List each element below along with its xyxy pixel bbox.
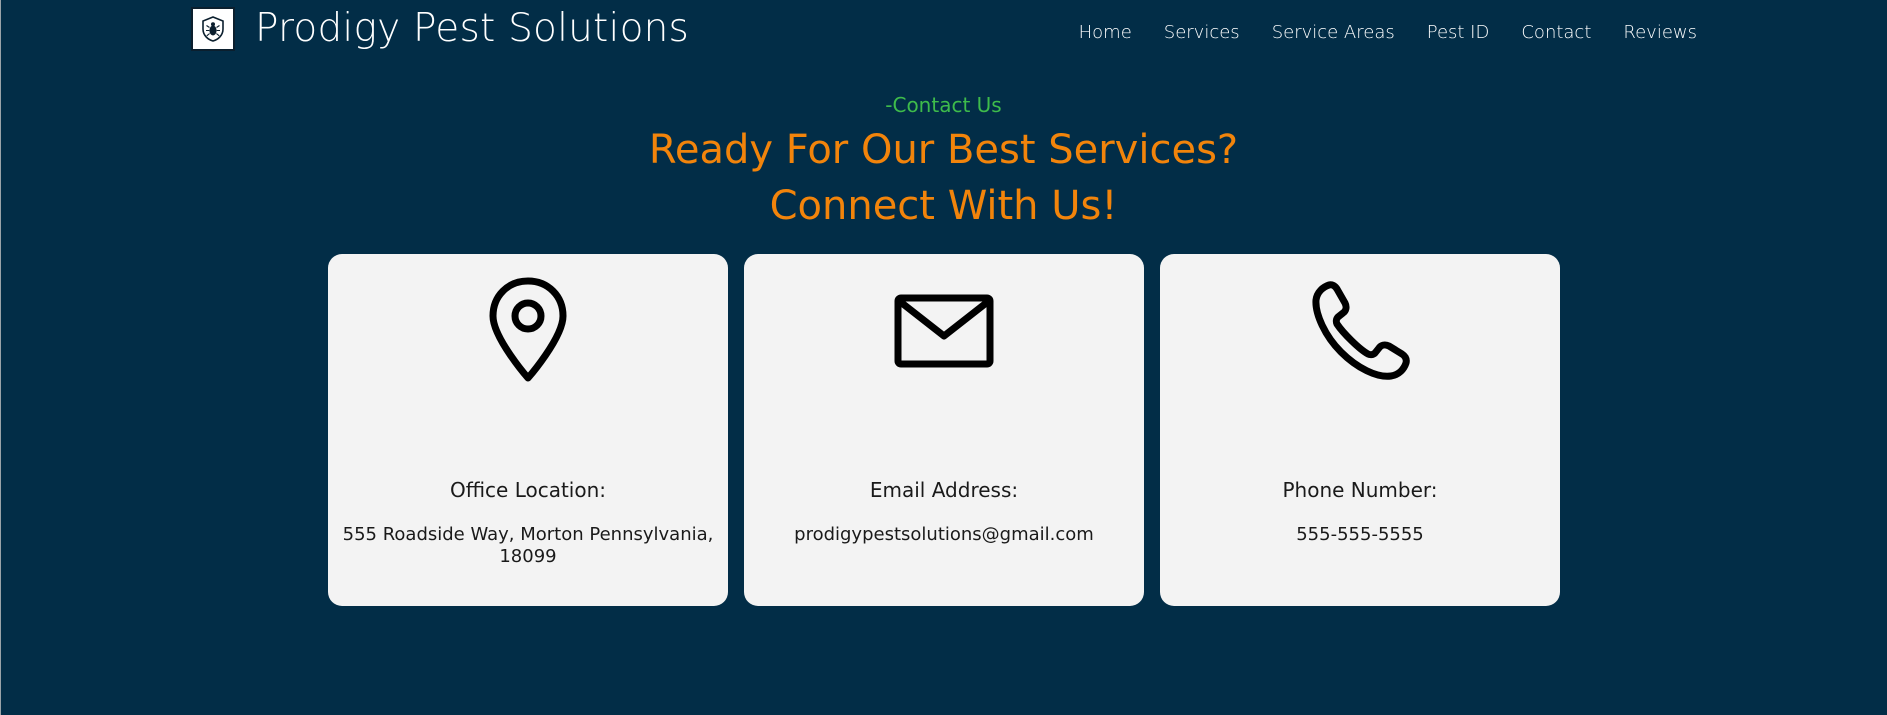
office-location-card: Office Location: 555 Roadside Way, Morto… bbox=[328, 254, 728, 606]
nav-pest-id[interactable]: Pest ID bbox=[1427, 20, 1490, 46]
section-eyebrow: -Contact Us bbox=[885, 93, 1002, 117]
nav-reviews[interactable]: Reviews bbox=[1623, 20, 1697, 46]
section-headline: Ready For Our Best Services? Connect Wit… bbox=[0, 122, 1887, 234]
email-value[interactable]: prodigypestsolutions@gmail.com bbox=[756, 524, 1132, 546]
office-location-value: 555 Roadside Way, Morton Pennsylvania, 1… bbox=[342, 524, 714, 567]
headline-line-1: Ready For Our Best Services? bbox=[648, 127, 1239, 173]
site-header: Prodigy Pest Solutions Home Services Ser… bbox=[0, 0, 1887, 62]
contact-cards: Office Location: 555 Roadside Way, Morto… bbox=[328, 254, 1560, 606]
logo[interactable] bbox=[191, 7, 235, 51]
map-pin-icon bbox=[489, 277, 567, 382]
main-nav: Home Services Service Areas Pest ID Cont… bbox=[1047, 20, 1697, 46]
phone-value[interactable]: 555-555-5555 bbox=[1172, 524, 1548, 546]
mail-icon bbox=[894, 294, 994, 368]
nav-services[interactable]: Services bbox=[1164, 20, 1240, 46]
nav-service-areas[interactable]: Service Areas bbox=[1272, 20, 1395, 46]
phone-card: Phone Number: 555-555-5555 bbox=[1160, 254, 1560, 606]
phone-icon bbox=[1312, 281, 1410, 380]
phone-title: Phone Number: bbox=[1282, 478, 1438, 502]
bug-shield-icon bbox=[202, 16, 224, 42]
headline-line-2: Connect With Us! bbox=[769, 183, 1118, 229]
email-title: Email Address: bbox=[869, 478, 1019, 502]
office-location-title: Office Location: bbox=[449, 478, 607, 502]
email-card: Email Address: prodigypestsolutions@gmai… bbox=[744, 254, 1144, 606]
brand-name[interactable]: Prodigy Pest Solutions bbox=[255, 5, 689, 53]
nav-contact[interactable]: Contact bbox=[1521, 20, 1591, 46]
nav-home[interactable]: Home bbox=[1079, 20, 1132, 46]
